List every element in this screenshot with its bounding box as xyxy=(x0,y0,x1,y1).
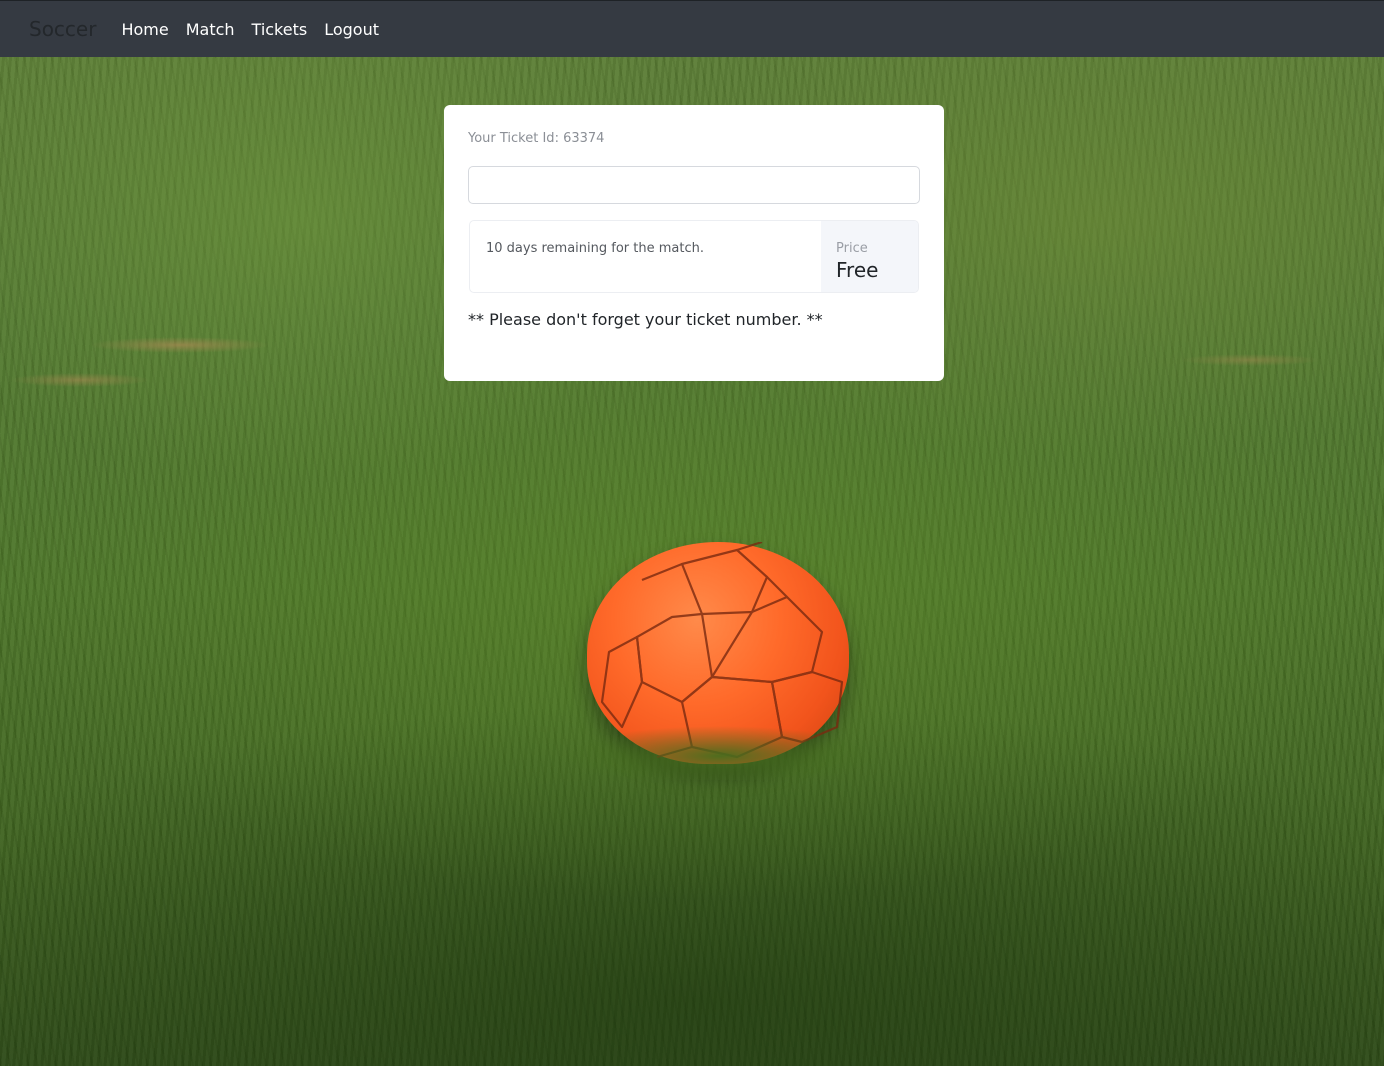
brand-logo-text[interactable]: Soccer xyxy=(29,17,96,41)
top-navbar: Soccer Home Match Tickets Logout xyxy=(0,0,1384,57)
price-label: Price xyxy=(836,241,868,256)
ticket-reminder-note: ** Please don't forget your ticket numbe… xyxy=(468,310,823,329)
price-panel: Price Free xyxy=(821,221,918,292)
nav-link-tickets[interactable]: Tickets xyxy=(252,20,308,39)
ticket-card: Your Ticket Id: 63374 10 days remaining … xyxy=(444,105,944,381)
foreground-grass xyxy=(560,720,880,780)
nav-link-match[interactable]: Match xyxy=(186,20,235,39)
ticket-input-field[interactable] xyxy=(468,166,920,204)
ticket-id-label: Your Ticket Id: 63374 xyxy=(468,131,605,146)
match-info-box: 10 days remaining for the match. Price F… xyxy=(469,220,919,293)
nav-link-logout[interactable]: Logout xyxy=(324,20,379,39)
nav-link-home[interactable]: Home xyxy=(121,20,168,39)
days-remaining-text: 10 days remaining for the match. xyxy=(486,241,704,256)
price-value: Free xyxy=(836,258,879,282)
